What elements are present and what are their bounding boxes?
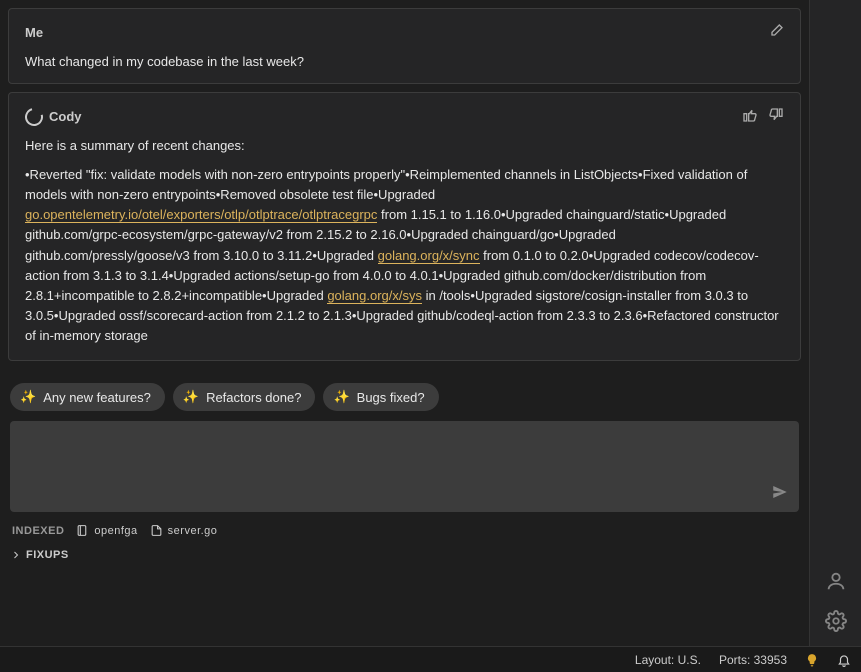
assistant-author-label: Cody	[25, 108, 82, 126]
status-bar: Layout: U.S. Ports: 33953	[0, 646, 861, 672]
user-message-text: What changed in my codebase in the last …	[25, 54, 784, 69]
send-icon[interactable]	[771, 483, 789, 504]
suggestion-row: ✨ Any new features? ✨ Refactors done? ✨ …	[8, 383, 801, 411]
suggestion-label: Bugs fixed?	[357, 390, 425, 405]
thumbs-down-icon[interactable]	[768, 107, 784, 126]
chevron-right-icon	[10, 549, 22, 561]
sparkle-icon: ✨	[183, 389, 199, 405]
suggestion-chip[interactable]: ✨ Bugs fixed?	[323, 383, 438, 411]
file-icon	[150, 524, 163, 537]
fixups-label: FIXUPS	[26, 549, 69, 561]
indexed-item[interactable]: server.go	[150, 524, 218, 537]
sparkle-icon: ✨	[20, 389, 36, 405]
suggestion-label: Any new features?	[43, 390, 151, 405]
assistant-message-card: Cody Here is a summary of recent changes…	[8, 92, 801, 361]
status-ports[interactable]: Ports: 33953	[719, 653, 787, 667]
status-layout[interactable]: Layout: U.S.	[635, 653, 701, 667]
sparkle-icon: ✨	[333, 389, 349, 405]
suggestion-chip[interactable]: ✨ Any new features?	[10, 383, 165, 411]
suggestion-chip[interactable]: ✨ Refactors done?	[173, 383, 316, 411]
code-link[interactable]: golang.org/x/sys	[327, 288, 422, 304]
user-author-label: Me	[25, 25, 43, 40]
account-icon[interactable]	[825, 570, 847, 592]
code-link[interactable]: go.opentelemetry.io/otel/exporters/otlp/…	[25, 207, 377, 223]
indexed-row: INDEXED openfga server.go	[8, 520, 801, 545]
code-link[interactable]: golang.org/x/sync	[378, 248, 480, 264]
user-message-card: Me What changed in my codebase in the la…	[8, 8, 801, 84]
thumbs-up-icon[interactable]	[742, 107, 758, 126]
gear-icon[interactable]	[825, 610, 847, 632]
indexed-label: INDEXED	[12, 525, 64, 537]
chat-input[interactable]	[10, 421, 799, 509]
activity-bar-right	[809, 0, 861, 672]
assistant-intro-text: Here is a summary of recent changes:	[25, 138, 784, 153]
edit-icon[interactable]	[768, 23, 784, 42]
assistant-body-text: •Reverted "fix: validate models with non…	[25, 165, 784, 346]
suggestion-label: Refactors done?	[206, 390, 301, 405]
repo-icon	[76, 524, 89, 537]
chat-input-container	[10, 421, 799, 512]
fixups-row[interactable]: FIXUPS	[8, 545, 801, 567]
bell-icon[interactable]	[837, 653, 851, 667]
lightbulb-icon[interactable]	[805, 653, 819, 667]
indexed-item[interactable]: openfga	[76, 524, 137, 537]
